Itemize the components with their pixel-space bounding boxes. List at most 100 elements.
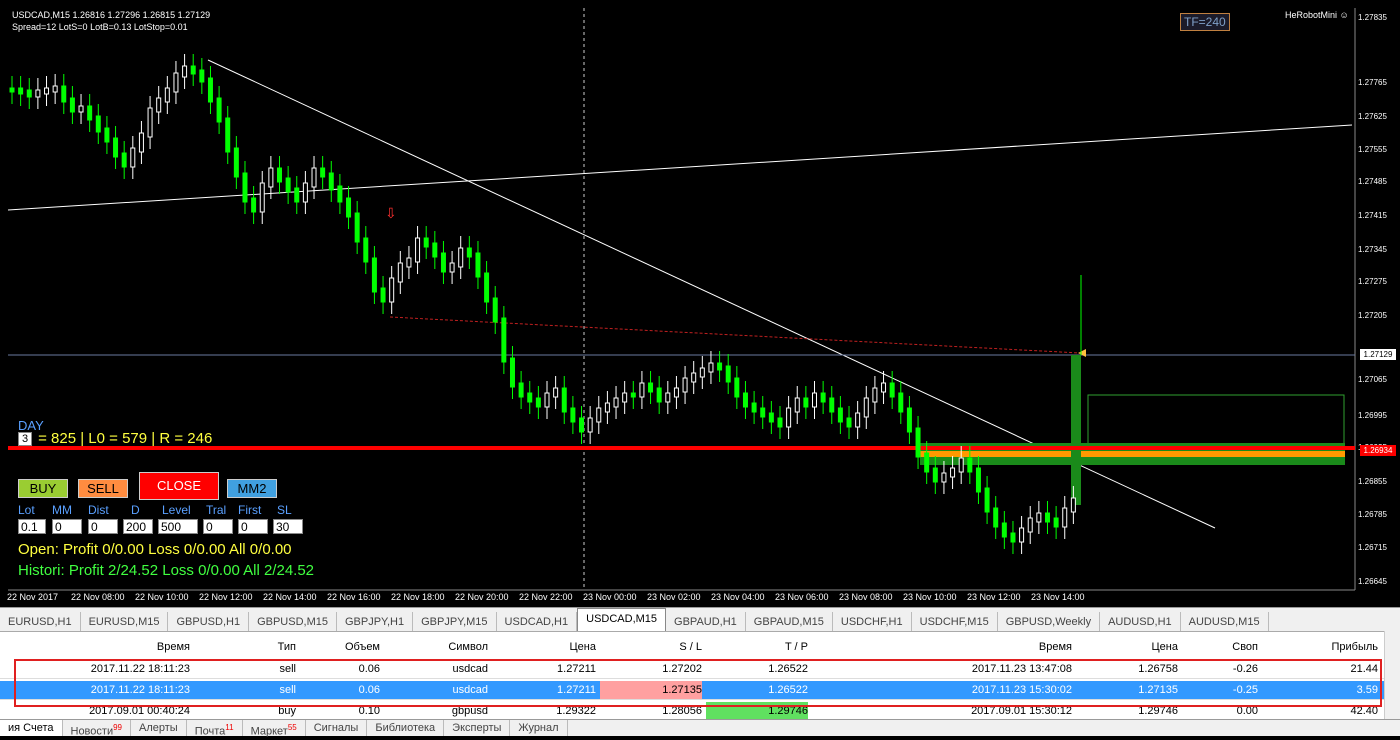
current-price-tag: 1.27129 — [1360, 349, 1396, 360]
candle-body — [294, 187, 300, 203]
candle-body — [423, 237, 429, 248]
candle-body — [803, 397, 809, 408]
terminal-tab[interactable]: ия Счета — [0, 720, 63, 736]
table-cell: 1.29746 — [706, 702, 808, 720]
column-header[interactable]: Своп — [1182, 638, 1258, 656]
candle-body — [535, 397, 541, 408]
symbol-tab[interactable]: EURUSD,M15 — [81, 612, 169, 632]
history-stats: Histori: Profit 2/24.52 Loss 0/0.00 All … — [18, 562, 315, 579]
column-header[interactable]: T / P — [706, 638, 808, 656]
symbol-tab[interactable]: GBPUSD,H1 — [168, 612, 250, 632]
price-tick-label: 1.27065 — [1358, 375, 1387, 384]
column-header[interactable]: Прибыль — [1262, 638, 1378, 656]
time-tick-label: 23 Nov 06:00 — [775, 592, 829, 602]
candle-body — [906, 407, 912, 433]
column-header[interactable]: Тип — [190, 638, 296, 656]
symbol-tab[interactable]: AUDUSD,H1 — [1100, 612, 1181, 632]
symbol-tab[interactable]: GBPUSD,M15 — [249, 612, 337, 632]
candle-body — [492, 297, 498, 323]
tral-input[interactable]: 0 — [203, 519, 233, 534]
symbol-tab[interactable]: GBPAUD,H1 — [666, 612, 746, 632]
column-header[interactable]: Символ — [384, 638, 488, 656]
time-tick-label: 22 Nov 14:00 — [263, 592, 317, 602]
table-cell: 1.29322 — [556, 705, 596, 717]
mm-input[interactable]: 0 — [52, 519, 82, 534]
candle-body — [509, 357, 515, 388]
candle-body — [104, 127, 110, 143]
candle-body — [251, 197, 257, 213]
candle-body — [924, 452, 930, 473]
terminal-tab[interactable]: Почта11 — [187, 720, 243, 738]
chart-spread-info: Spread=12 LotS=0 LotB=0.13 LotStop=0.01 — [12, 22, 188, 32]
time-tick-label: 22 Nov 22:00 — [519, 592, 573, 602]
candle-body — [320, 167, 326, 178]
candle-body — [406, 257, 412, 268]
candle-body — [44, 87, 50, 95]
candle-body — [302, 182, 308, 203]
terminal-tab[interactable]: Библиотека — [367, 720, 445, 736]
symbol-tab[interactable]: GBPAUD,M15 — [746, 612, 833, 632]
symbol-tab[interactable]: GBPJPY,H1 — [337, 612, 414, 632]
terminal-tab[interactable]: Сигналы — [306, 720, 368, 736]
candle-body — [544, 392, 550, 408]
column-header[interactable]: S / L — [600, 638, 702, 656]
lot-input[interactable]: 0.1 — [18, 519, 46, 534]
sell-button[interactable]: SELL — [78, 479, 128, 498]
table-cell: gbpusd — [451, 705, 488, 717]
mm2-button[interactable]: MM2 — [227, 479, 277, 498]
candle-body — [613, 397, 619, 408]
first-input[interactable]: 0 — [238, 519, 268, 534]
time-tick-label: 23 Nov 14:00 — [1031, 592, 1085, 602]
table-cell: 1.26758 — [1138, 663, 1178, 675]
dist-input[interactable]: 0 — [88, 519, 118, 534]
price-chart[interactable]: ⇩ USDCAD,M15 1.26816 1.27296 1.26815 1.2… — [0, 0, 1400, 607]
table-row[interactable]: 2017.11.22 18:11:23 sell 0.06 usdcad 1.27211… — [0, 681, 1385, 700]
candle-body — [768, 412, 774, 423]
time-tick-label: 23 Nov 08:00 — [839, 592, 893, 602]
terminal-scrollbar[interactable] — [1384, 631, 1400, 719]
candle-body — [751, 402, 757, 413]
table-row[interactable]: 2017.11.22 18:11:23 sell 0.06 usdcad 1.27211… — [0, 660, 1385, 679]
symbol-tab[interactable]: GBPJPY,M15 — [413, 612, 497, 632]
table-cell: -0.26 — [1232, 663, 1258, 675]
candle-body — [216, 97, 222, 123]
symbol-tab[interactable]: USDCAD,M15 — [577, 608, 667, 632]
column-header[interactable]: Объем — [300, 638, 380, 656]
candle-body — [18, 87, 24, 95]
symbol-tab[interactable]: GBPUSD,Weekly — [998, 612, 1101, 632]
symbol-tab[interactable]: EURUSD,H1 — [0, 612, 81, 632]
symbol-tab[interactable]: USDCHF,H1 — [833, 612, 912, 632]
buy-button[interactable]: BUY — [18, 479, 68, 498]
table-cell: 2017.11.22 18:11:23 — [90, 684, 190, 696]
sell-arrow-icon: ⇩ — [385, 206, 397, 222]
terminal-tab-label: Журнал — [518, 722, 559, 734]
time-tick-label: 22 Nov 16:00 — [327, 592, 381, 602]
symbol-tab[interactable]: AUDUSD,M15 — [1181, 612, 1269, 632]
candle-body — [354, 212, 360, 243]
day-value-box[interactable]: 3 — [18, 431, 33, 446]
time-tick-label: 23 Nov 00:00 — [583, 592, 637, 602]
column-header[interactable]: Время — [0, 638, 190, 656]
candle-body — [484, 272, 490, 303]
symbol-tab[interactable]: USDCAD,H1 — [497, 612, 578, 632]
terminal-tab[interactable]: Маркет55 — [243, 720, 306, 738]
table-cell: 1.29746 — [1138, 705, 1178, 717]
level-input[interactable]: 500 — [158, 519, 198, 534]
column-header[interactable]: Цена — [1076, 638, 1178, 656]
column-header[interactable]: Время — [812, 638, 1072, 656]
symbol-tab[interactable]: USDCHF,M15 — [912, 612, 998, 632]
close-button[interactable]: CLOSE — [139, 472, 219, 500]
sl-input[interactable]: 30 — [273, 519, 303, 534]
terminal-tab[interactable]: Эксперты — [444, 720, 511, 736]
terminal-tab[interactable]: Новости99 — [63, 720, 131, 738]
timeframe-badge: TF=240 — [1180, 13, 1230, 31]
d-input[interactable]: 200 — [123, 519, 153, 534]
candle-body — [397, 262, 403, 283]
terminal-tab[interactable]: Журнал — [510, 720, 568, 736]
price-tick-label: 1.27485 — [1358, 177, 1387, 186]
terminal-tab[interactable]: Алерты — [131, 720, 187, 736]
column-header[interactable]: Цена — [492, 638, 596, 656]
table-cell: 21.44 — [1350, 663, 1378, 675]
price-tick-label: 1.26785 — [1358, 510, 1387, 519]
candle-body — [665, 392, 671, 403]
